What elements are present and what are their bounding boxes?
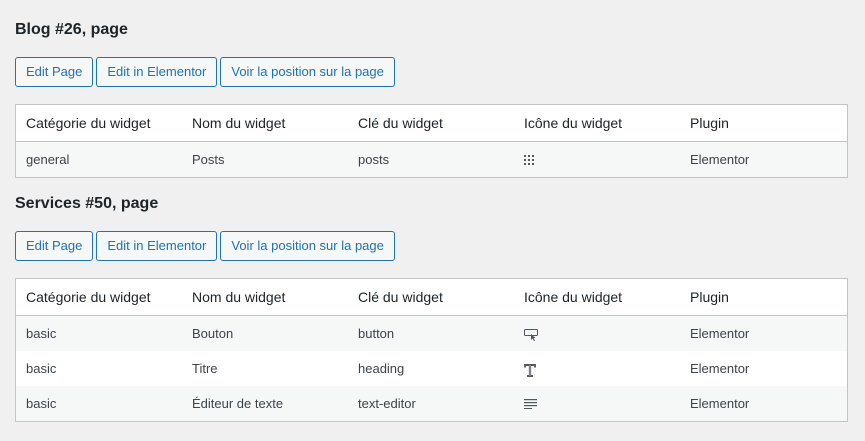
cell-key: button [348, 315, 514, 351]
section-title-services: Services #50, page [15, 195, 159, 212]
edit-in-elementor-button[interactable]: Edit in Elementor [96, 231, 218, 261]
cell-icon [514, 315, 680, 351]
cell-plugin: Elementor [680, 315, 848, 351]
cell-name: Bouton [182, 315, 348, 351]
cell-icon [514, 386, 680, 422]
column-header-key: Clé du widget [348, 104, 514, 142]
cell-name: Posts [182, 141, 348, 178]
grid-icon [524, 154, 536, 167]
cell-plugin: Elementor [680, 386, 848, 422]
cell-name: Titre [182, 351, 348, 386]
widgets-table-blog: Catégorie du widget Nom du widget Clé du… [15, 104, 848, 178]
cell-plugin: Elementor [680, 351, 848, 386]
table-header-row: Catégorie du widget Nom du widget Clé du… [15, 278, 848, 316]
cell-key: posts [348, 141, 514, 178]
section-1-actions: Edit Page Edit in Elementor Voir la posi… [15, 57, 398, 87]
cell-category: basic [15, 315, 182, 351]
cell-category: basic [15, 386, 182, 422]
section-title-blog: Blog #26, page [15, 21, 128, 38]
table-row: basic Éditeur de texte text-editor Eleme… [15, 386, 848, 422]
column-header-icon: Icône du widget [514, 104, 680, 142]
widgets-table-services: Catégorie du widget Nom du widget Clé du… [15, 278, 848, 422]
table-row: basic Titre heading Elementor [15, 351, 848, 386]
edit-in-elementor-button[interactable]: Edit in Elementor [96, 57, 218, 87]
column-header-category: Catégorie du widget [15, 278, 182, 316]
cell-key: heading [348, 351, 514, 386]
table-row: basic Bouton button Elementor [15, 315, 848, 351]
view-position-button[interactable]: Voir la position sur la page [220, 57, 395, 87]
heading-icon [524, 363, 536, 377]
button-icon [524, 328, 538, 341]
table-header-row: Catégorie du widget Nom du widget Clé du… [15, 104, 848, 142]
cell-name: Éditeur de texte [182, 386, 348, 422]
cell-category: general [15, 141, 182, 178]
cell-plugin: Elementor [680, 141, 848, 178]
cell-icon [514, 141, 680, 178]
section-2-actions: Edit Page Edit in Elementor Voir la posi… [15, 231, 398, 261]
column-header-icon: Icône du widget [514, 278, 680, 316]
text-editor-icon [524, 398, 537, 411]
column-header-key: Clé du widget [348, 278, 514, 316]
column-header-plugin: Plugin [680, 278, 848, 316]
edit-page-button[interactable]: Edit Page [15, 231, 94, 261]
cell-category: basic [15, 351, 182, 386]
edit-page-button[interactable]: Edit Page [15, 57, 94, 87]
column-header-name: Nom du widget [182, 104, 348, 142]
column-header-name: Nom du widget [182, 278, 348, 316]
table-row: general Posts posts Elementor [15, 141, 848, 178]
cell-icon [514, 351, 680, 386]
view-position-button[interactable]: Voir la position sur la page [220, 231, 395, 261]
cell-key: text-editor [348, 386, 514, 422]
column-header-category: Catégorie du widget [15, 104, 182, 142]
column-header-plugin: Plugin [680, 104, 848, 142]
